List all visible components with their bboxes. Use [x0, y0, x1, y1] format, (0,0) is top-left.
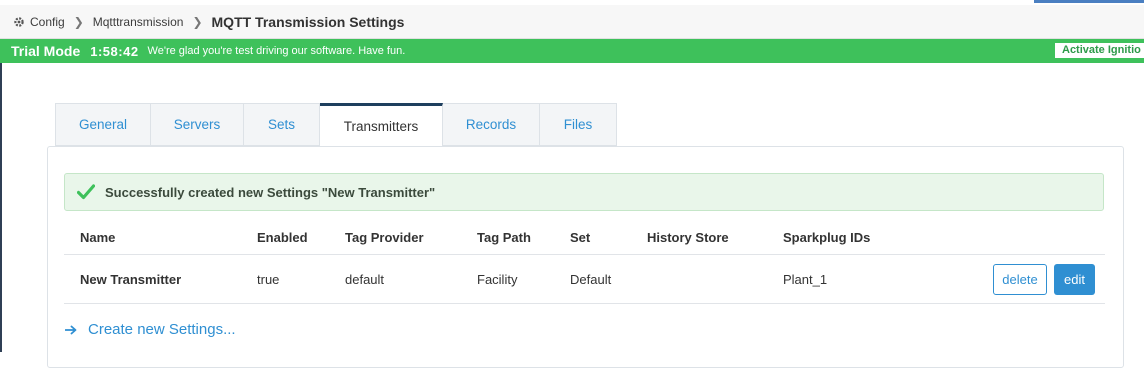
- cell-set: Default: [570, 271, 612, 287]
- trial-mode-label: Trial Mode: [11, 43, 81, 59]
- trial-timer: 1:58:42: [90, 43, 139, 59]
- column-header-tag-path: Tag Path: [477, 230, 531, 245]
- success-message: Successfully created new Settings "New T…: [105, 184, 436, 200]
- table-row: New Transmitter true default Facility De…: [64, 255, 1105, 304]
- breadcrumb-mqtttransmission-link[interactable]: Mqtttransmission: [93, 15, 184, 29]
- success-alert: Successfully created new Settings "New T…: [64, 173, 1104, 211]
- column-header-set: Set: [570, 230, 591, 245]
- breadcrumb: Config ❯ Mqtttransmission ❯ MQTT Transmi…: [0, 5, 1144, 39]
- tab-records[interactable]: Records: [443, 103, 540, 146]
- column-header-enabled: Enabled: [257, 230, 308, 245]
- gear-icon: [13, 16, 25, 28]
- table-header: Name Enabled Tag Provider Tag Path Set H…: [64, 221, 1105, 255]
- edit-button[interactable]: edit: [1054, 264, 1095, 295]
- trial-message: We're glad you're test driving our softw…: [147, 45, 406, 57]
- page-title: MQTT Transmission Settings: [211, 13, 405, 30]
- check-icon: [77, 184, 95, 200]
- cell-tag-provider: default: [345, 271, 385, 287]
- tab-sets[interactable]: Sets: [244, 103, 320, 146]
- column-header-tag-provider: Tag Provider: [345, 230, 424, 245]
- tab-servers[interactable]: Servers: [151, 103, 244, 146]
- breadcrumb-config-link[interactable]: Config: [30, 15, 65, 29]
- column-header-name: Name: [80, 230, 116, 245]
- cell-enabled: true: [257, 271, 280, 287]
- arrow-right-icon: [65, 325, 77, 335]
- cell-sparkplug-ids: Plant_1: [783, 271, 828, 287]
- delete-button[interactable]: delete: [993, 264, 1047, 295]
- transmitters-panel: Successfully created new Settings "New T…: [47, 146, 1124, 368]
- transmitters-table: Name Enabled Tag Provider Tag Path Set H…: [64, 221, 1105, 304]
- cell-name: New Transmitter: [80, 271, 182, 287]
- top-accent-bar: [1034, 0, 1144, 3]
- column-header-sparkplug-ids: Sparkplug IDs: [783, 230, 871, 245]
- tab-transmitters[interactable]: Transmitters: [320, 103, 443, 147]
- column-header-history-store: History Store: [647, 230, 729, 245]
- cell-tag-path: Facility: [477, 271, 518, 287]
- chevron-right-icon: ❯: [192, 14, 203, 29]
- create-new-settings-link[interactable]: Create new Settings...: [65, 321, 236, 338]
- chevron-right-icon: ❯: [73, 14, 84, 29]
- settings-tabs: General Servers Sets Transmitters Record…: [55, 103, 617, 147]
- tab-files[interactable]: Files: [540, 103, 617, 146]
- trial-banner: Trial Mode 1:58:42 We're glad you're tes…: [0, 39, 1144, 63]
- left-edge-bar: [0, 63, 2, 352]
- tab-general[interactable]: General: [55, 103, 151, 146]
- create-new-settings-label: Create new Settings...: [88, 321, 236, 338]
- activate-button[interactable]: Activate Ignitio: [1055, 43, 1144, 58]
